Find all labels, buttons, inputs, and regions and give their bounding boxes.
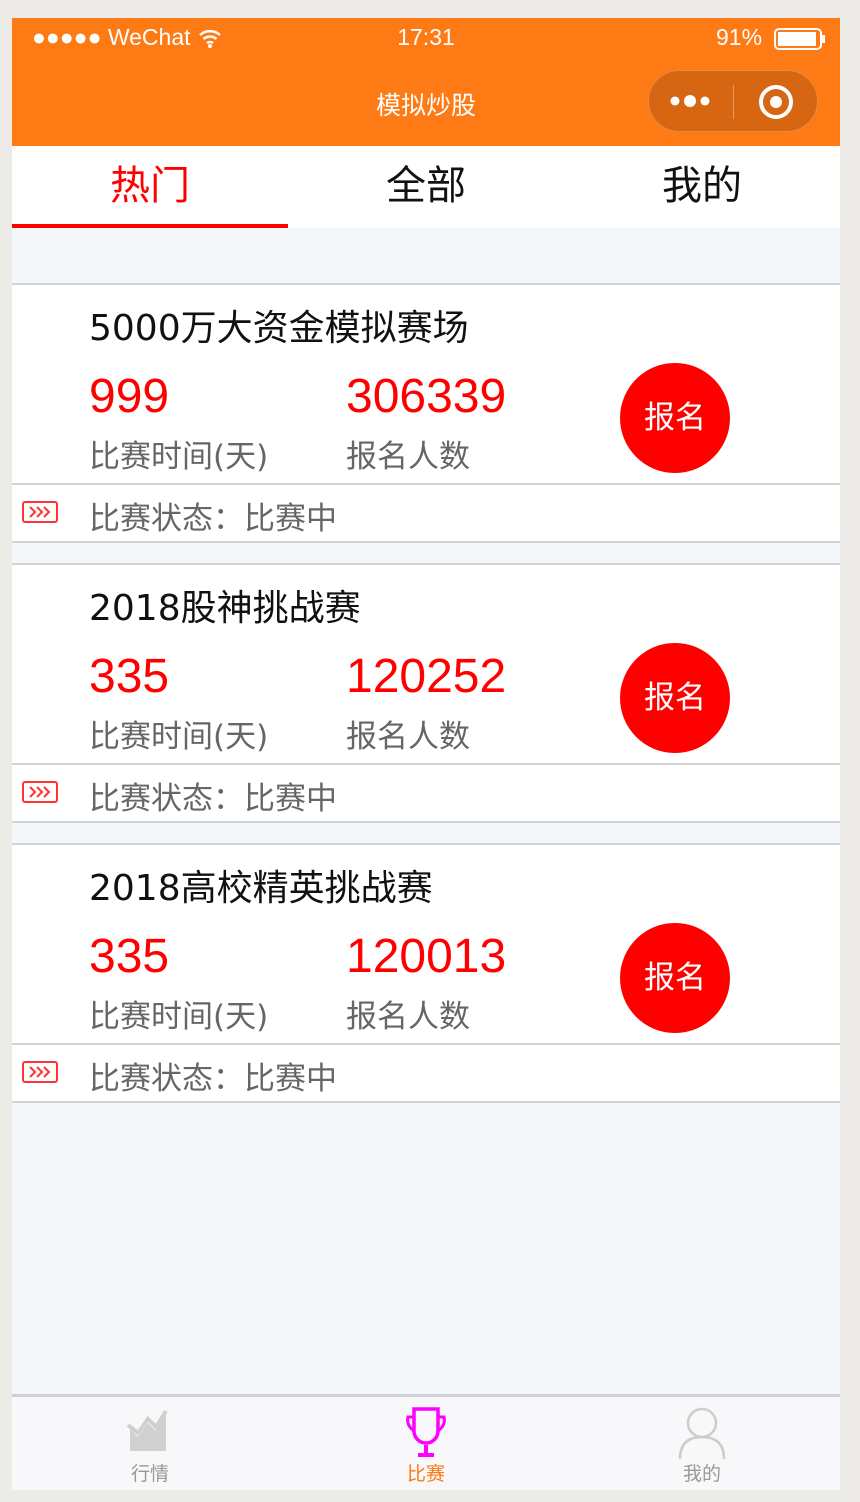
more-icon[interactable] [669, 91, 713, 111]
bottom-tab-label: 行情 [130, 1463, 169, 1485]
signup-count: 120013 [346, 930, 507, 983]
phone-screen: ●●●●● WeChat 17:31 91% 模拟炒股 热门 全部 我的 500… [12, 18, 840, 1490]
count-label: 报名人数 [346, 999, 470, 1035]
contest-status: 比赛状态：比赛中 [89, 501, 337, 537]
bottom-tab-bar: 行情 比赛 我的 [12, 1394, 840, 1490]
days-label: 比赛时间(天) [89, 999, 269, 1035]
count-label: 报名人数 [346, 719, 470, 755]
signup-button[interactable]: 报名 [620, 923, 730, 1033]
tab-mine[interactable]: 我的 [564, 146, 840, 228]
status-row: 比赛状态：比赛中 [12, 763, 840, 821]
signup-count: 120252 [346, 650, 507, 703]
bottom-tab-mine[interactable]: 我的 [564, 1397, 840, 1490]
chart-icon [126, 1409, 168, 1451]
arrows-icon [22, 1061, 58, 1083]
user-icon [678, 1407, 726, 1459]
contest-days: 335 [89, 650, 170, 703]
arrows-icon [22, 781, 58, 803]
bottom-tab-label: 比赛 [406, 1463, 445, 1485]
capsule-menu [648, 70, 818, 132]
signup-button[interactable]: 报名 [620, 363, 730, 473]
trophy-icon [406, 1407, 446, 1457]
tab-hot[interactable]: 热门 [12, 146, 288, 228]
status-row: 比赛状态：比赛中 [12, 483, 840, 541]
count-label: 报名人数 [346, 439, 470, 475]
close-miniprogram-icon[interactable] [757, 83, 795, 121]
days-label: 比赛时间(天) [89, 439, 269, 475]
battery-icon [774, 28, 825, 50]
header: ●●●●● WeChat 17:31 91% 模拟炒股 [12, 18, 840, 146]
bottom-tab-market[interactable]: 行情 [12, 1397, 288, 1490]
battery-percent: 91% [716, 24, 763, 50]
contest-title: 2018股神挑战赛 [89, 588, 361, 629]
contest-status: 比赛状态：比赛中 [89, 781, 337, 817]
days-label: 比赛时间(天) [89, 719, 269, 755]
contest-days: 335 [89, 930, 170, 983]
contest-card: 2018高校精英挑战赛 335 比赛时间(天) 120013 报名人数 报名 比… [12, 843, 840, 1103]
divider [733, 85, 734, 119]
contest-card: 5000万大资金模拟赛场 999 比赛时间(天) 306339 报名人数 报名 … [12, 283, 840, 543]
tab-bar-top: 热门 全部 我的 [12, 146, 840, 228]
arrows-icon [22, 501, 58, 523]
contest-title: 2018高校精英挑战赛 [89, 868, 433, 909]
bottom-tab-contest[interactable]: 比赛 [288, 1397, 564, 1490]
contest-status: 比赛状态：比赛中 [89, 1061, 337, 1097]
signup-button[interactable]: 报名 [620, 643, 730, 753]
contest-title: 5000万大资金模拟赛场 [89, 308, 469, 349]
signup-count: 306339 [346, 370, 507, 423]
status-row: 比赛状态：比赛中 [12, 1043, 840, 1101]
bottom-tab-label: 我的 [682, 1463, 721, 1485]
contest-card: 2018股神挑战赛 335 比赛时间(天) 120252 报名人数 报名 比赛状… [12, 563, 840, 823]
tab-all[interactable]: 全部 [288, 146, 564, 228]
contest-days: 999 [89, 370, 170, 423]
